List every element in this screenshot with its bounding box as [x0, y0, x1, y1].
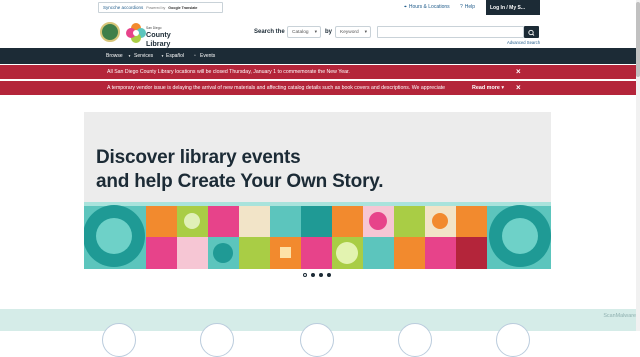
nav-item-services[interactable]: Services	[134, 53, 153, 59]
nav-item-espanol[interactable]: Español	[166, 53, 184, 59]
nav-item-events[interactable]: Events	[200, 53, 215, 59]
chevron-down-icon: ▼	[128, 54, 131, 58]
search-label: Search the	[254, 29, 285, 35]
search-scope-select[interactable]: Catalog ▾	[287, 26, 321, 38]
read-more-link[interactable]: Read more ▾	[472, 85, 504, 91]
chevron-down-icon: ▾	[364, 29, 367, 35]
help-link[interactable]: ? Help	[460, 4, 475, 10]
search-field-select[interactable]: Keyword ▾	[335, 26, 371, 38]
search-button[interactable]	[524, 26, 539, 38]
chevron-down-icon: ▼	[161, 54, 164, 58]
google-translate-label: Google Translate	[168, 5, 198, 10]
quick-link-icon[interactable]	[200, 323, 234, 357]
chevron-down-icon: ▾	[314, 29, 317, 35]
library-flower-icon	[126, 23, 146, 43]
watermark: ScanMalware	[603, 313, 636, 319]
search-by-label: by	[325, 29, 333, 35]
login-label: Log In / My S...	[490, 4, 525, 11]
alert-text: A temporary vendor issue is delaying the…	[107, 85, 446, 91]
help-label: Help	[464, 4, 476, 10]
language-select-value: Syncche accordions	[103, 5, 144, 10]
language-select[interactable]: Syncche accordions Powered by Google Tra…	[98, 2, 223, 13]
carousel-dots	[303, 273, 333, 279]
advanced-search-link[interactable]: Advanced Search	[507, 40, 540, 45]
close-icon[interactable]: ×	[516, 83, 521, 92]
hero-slide[interactable]: Discover library events and help Create …	[84, 112, 551, 269]
hours-locations-link[interactable]: ⌖ Hours & Locations	[404, 4, 450, 10]
login-button[interactable]: Log In / My S...	[486, 0, 540, 15]
quick-link-icon[interactable]	[300, 323, 334, 357]
alert-text: All San Diego County Library locations w…	[107, 69, 350, 75]
hero-pattern-image	[84, 202, 551, 269]
help-icon: ?	[460, 4, 463, 10]
powered-by-label: Powered by	[146, 5, 166, 10]
quick-link-icon[interactable]	[496, 323, 530, 357]
calendar-icon: ▫	[194, 53, 196, 59]
quick-link-icon[interactable]	[102, 323, 136, 357]
utility-bar: Syncche accordions Powered by Google Tra…	[0, 0, 640, 15]
close-icon[interactable]: ×	[516, 67, 521, 76]
alert-banner: A temporary vendor issue is delaying the…	[0, 81, 640, 95]
search-scope-value: Catalog	[292, 29, 309, 35]
hero-heading-line1: Discover library events	[96, 147, 301, 168]
search-field-value: Keyword	[340, 29, 359, 35]
location-icon: ⌖	[404, 4, 407, 10]
hero-heading-line2: and help Create Your Own Story.	[96, 171, 384, 192]
search-input[interactable]	[377, 26, 524, 38]
scrollbar-thumb[interactable]	[636, 2, 640, 77]
site-logo[interactable]: San Diego County Library	[100, 22, 188, 48]
search-icon	[528, 29, 535, 36]
main-nav: Browse ▼ Services ▼ Español ▫ Events	[0, 48, 640, 64]
logo-name: County Library	[146, 30, 171, 48]
scrollbar[interactable]	[636, 0, 640, 331]
carousel-dot[interactable]	[327, 273, 331, 277]
quick-links-section	[0, 309, 640, 357]
hours-locations-label: Hours & Locations	[408, 4, 450, 10]
carousel-dot[interactable]	[303, 273, 307, 277]
carousel-dot[interactable]	[319, 273, 323, 277]
nav-item-browse[interactable]: Browse	[106, 53, 123, 59]
county-seal-icon	[100, 22, 120, 42]
carousel-dot[interactable]	[311, 273, 315, 277]
alert-banner: All San Diego County Library locations w…	[0, 65, 640, 79]
quick-link-icon[interactable]	[398, 323, 432, 357]
